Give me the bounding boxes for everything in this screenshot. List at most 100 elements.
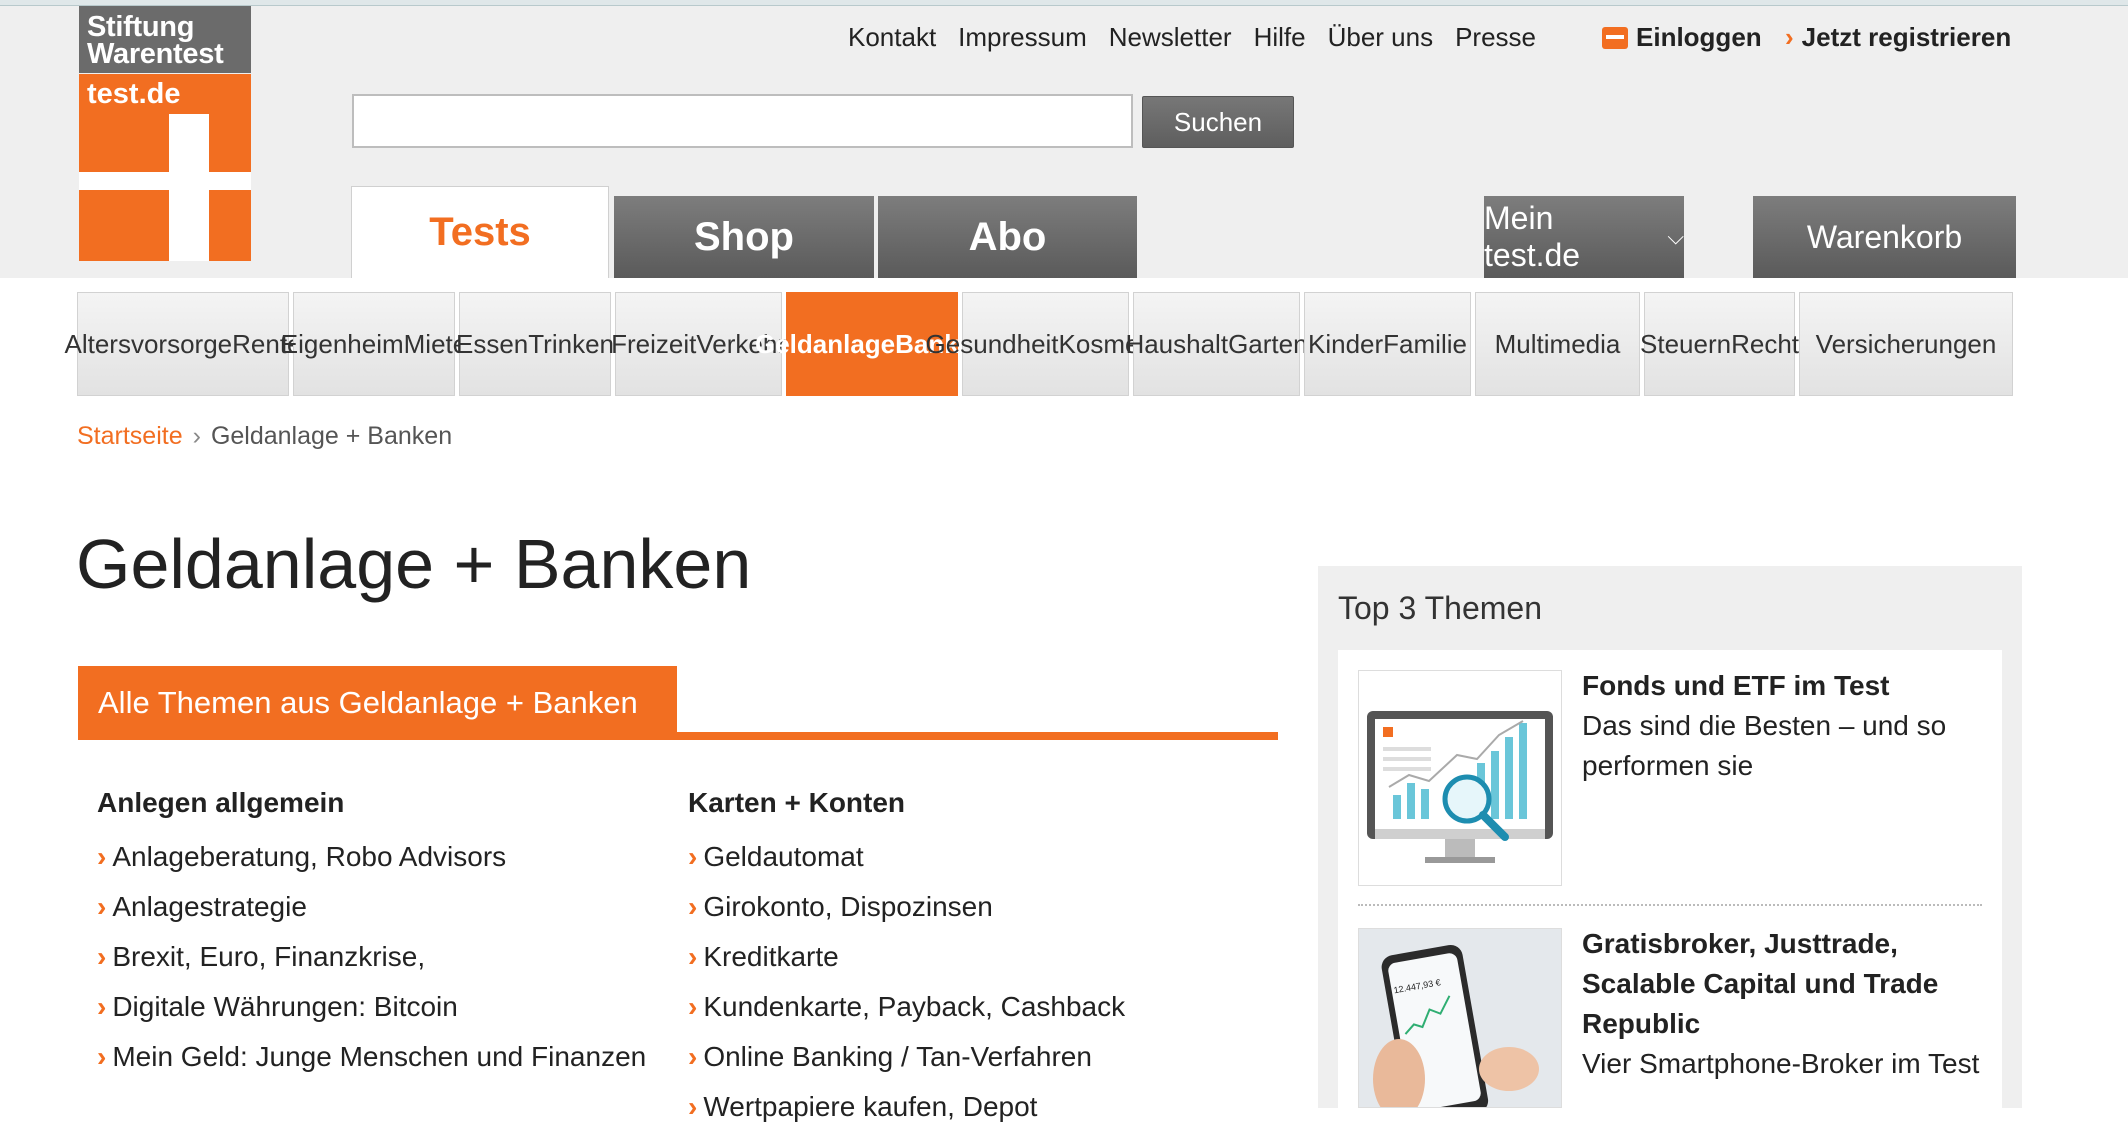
link-ueber-uns[interactable]: Über uns [1328, 22, 1434, 53]
chevron-right-icon: › [97, 991, 107, 1022]
logo-line2: Warentest [87, 38, 224, 70]
themes-tab[interactable]: Alle Themen aus Geldanlage + Banken [78, 666, 677, 740]
monitor-chart-illustration [1367, 711, 1553, 863]
category-steuern[interactable]: Steuern Recht [1640, 292, 1799, 396]
list-item-label: Digitale Währungen: Bitcoin [112, 991, 458, 1022]
breadcrumb-current: Geldanlage + Banken [210, 422, 453, 450]
top-themes-list: Fonds und ETF im Test Das sind die Beste… [1338, 650, 2002, 1108]
logo-site: test.de [87, 78, 181, 110]
link-newsletter[interactable]: Newsletter [1109, 22, 1232, 53]
tab-shop[interactable]: Shop [614, 196, 874, 278]
column-karten: Karten + Konten › Geldautomat › Girokonto,… [688, 782, 1125, 1132]
category-altersvorsorge[interactable]: Altersvorsorge Rente [65, 292, 302, 396]
fonds-etf-thumbnail[interactable] [1358, 670, 1562, 886]
top-themes-sidebar: Top 3 Themen Fonds und ETF im Test Das s… [1318, 566, 2022, 1108]
card-subtitle: Das sind die Besten – und so performen s… [1582, 710, 1947, 781]
list-item-label: Anlageberatung, Robo Advisors [112, 841, 507, 872]
list-item[interactable]: › Online Banking / Tan-Verfahren [688, 1032, 1125, 1082]
category-eigenheim[interactable]: Eigenheim Miete [281, 292, 467, 396]
mein-test-label: Mein test.de [1484, 200, 1581, 273]
breadcrumb: Startseite › Geldanlage + Banken [77, 422, 452, 451]
list-item-label: Kundenkarte, Payback, Cashback [703, 991, 1126, 1022]
column-anlegen: Anlegen allgemein › Anlageberatung, Robo … [97, 782, 646, 1082]
column-heading: Karten + Konten [688, 787, 906, 818]
logo-one-bar-left [79, 172, 169, 190]
list-item-label: Brexit, Euro, Finanzkrise, [112, 941, 426, 972]
search-button[interactable]: Suchen [1142, 96, 1294, 148]
chevron-right-icon: › [97, 941, 107, 972]
cat-line: Eigenheim [280, 329, 404, 359]
list-item-label: Anlagestrategie [112, 891, 307, 922]
register-label: Jetzt registrieren [1801, 22, 2012, 52]
register-link[interactable]: › Jetzt registrieren [1785, 22, 2011, 53]
category-versicherungen[interactable]: Versicherungen [1799, 292, 2013, 396]
chevron-right-icon: › [97, 891, 107, 922]
chevron-right-icon: › [192, 422, 201, 450]
list-item-label: Kreditkarte [703, 941, 839, 972]
logo-mark: test.de [79, 74, 251, 261]
link-hilfe[interactable]: Hilfe [1254, 22, 1306, 53]
list-item[interactable]: › Digitale Währungen: Bitcoin [97, 982, 646, 1032]
cat-line: Multimedia [1494, 329, 1621, 359]
broker-thumbnail[interactable]: 12.447,93 € [1358, 928, 1562, 1108]
phone-app-illustration: 12.447,93 € [1359, 929, 1561, 1107]
list-item-label: Online Banking / Tan-Verfahren [703, 1041, 1092, 1072]
page-title: Geldanlage + Banken [76, 525, 752, 603]
divider [1358, 904, 1982, 906]
chevron-down-icon: ⌵ [1667, 224, 1684, 249]
cat-line: Versicherungen [1815, 329, 1997, 359]
top-links: Kontakt Impressum Newsletter Hilfe Über … [848, 22, 1558, 53]
cat-line: Haushalt [1125, 329, 1229, 359]
list-item-label: Wertpapiere kaufen, Depot [703, 1091, 1038, 1122]
cat-line: Steuern [1640, 329, 1732, 359]
card-title[interactable]: Gratisbroker, Justtrade, Scalable Capita… [1582, 924, 1982, 1044]
chevron-right-icon: › [688, 1091, 698, 1122]
warenkorb-button[interactable]: Warenkorb [1753, 196, 2016, 278]
cat-line: Trinken [528, 329, 614, 359]
list-item[interactable]: › Wertpapiere kaufen, Depot [688, 1082, 1125, 1132]
tab-abo[interactable]: Abo [878, 196, 1137, 278]
link-kontakt[interactable]: Kontakt [848, 22, 936, 53]
login-link[interactable]: Einloggen [1602, 22, 1762, 53]
key-icon [1602, 26, 1628, 49]
list-item[interactable]: › Anlagestrategie [97, 882, 646, 932]
chevron-right-icon: › [688, 1041, 698, 1072]
cat-line: Kinder [1308, 329, 1384, 359]
card-title[interactable]: Fonds und ETF im Test [1582, 666, 1889, 706]
logo-wordmark: Stiftung Warentest [79, 6, 251, 73]
list-item[interactable]: › Geldautomat [688, 832, 1125, 882]
chevron-right-icon: › [97, 1041, 107, 1072]
link-impressum[interactable]: Impressum [958, 22, 1087, 53]
category-gesundheit[interactable]: Gesundheit Kosmetik [926, 292, 1165, 396]
cat-line: Familie [1383, 329, 1467, 359]
mein-test-dropdown[interactable]: Mein test.de ⌵ [1484, 196, 1684, 278]
list-item[interactable]: › Kreditkarte [688, 932, 1125, 982]
chevron-right-icon: › [688, 841, 698, 872]
logo-one-stem [169, 114, 209, 261]
cat-line: Gesundheit [925, 329, 1059, 359]
list-item[interactable]: › Kundenkarte, Payback, Cashback [688, 982, 1125, 1032]
list-item[interactable]: › Anlageberatung, Robo Advisors [97, 832, 646, 882]
chevron-right-icon: › [688, 991, 698, 1022]
category-essen[interactable]: Essen Trinken [456, 292, 614, 396]
tab-tests[interactable]: Tests [351, 186, 609, 278]
list-item[interactable]: › Mein Geld: Junge Menschen und Finanzen [97, 1032, 646, 1082]
list-item[interactable]: › Girokonto, Dispozinsen [688, 882, 1125, 932]
cat-line: Altersvorsorge [64, 329, 233, 359]
breadcrumb-home[interactable]: Startseite [77, 422, 183, 450]
search-input[interactable] [352, 94, 1133, 148]
stiftung-warentest-logo[interactable]: Stiftung Warentest test.de [79, 6, 251, 261]
list-item-label: Girokonto, Dispozinsen [703, 891, 993, 922]
category-multimedia[interactable]: Multimedia [1475, 292, 1640, 396]
list-item[interactable]: › Brexit, Euro, Finanzkrise, [97, 932, 646, 982]
cat-line: Geldanlage [754, 329, 896, 359]
list-item-label: Geldautomat [703, 841, 864, 872]
cat-line: Recht [1731, 329, 1799, 359]
sidebar-title: Top 3 Themen [1338, 590, 1542, 626]
chevron-right-icon: › [97, 841, 107, 872]
category-haushalt[interactable]: Haushalt Garten [1125, 292, 1308, 396]
link-presse[interactable]: Presse [1455, 22, 1536, 53]
chevron-right-icon: › [1785, 22, 1794, 52]
card-subtitle: Vier Smartphone-Broker im Test [1582, 1048, 1980, 1079]
category-kinder[interactable]: Kinder Familie [1304, 292, 1471, 396]
